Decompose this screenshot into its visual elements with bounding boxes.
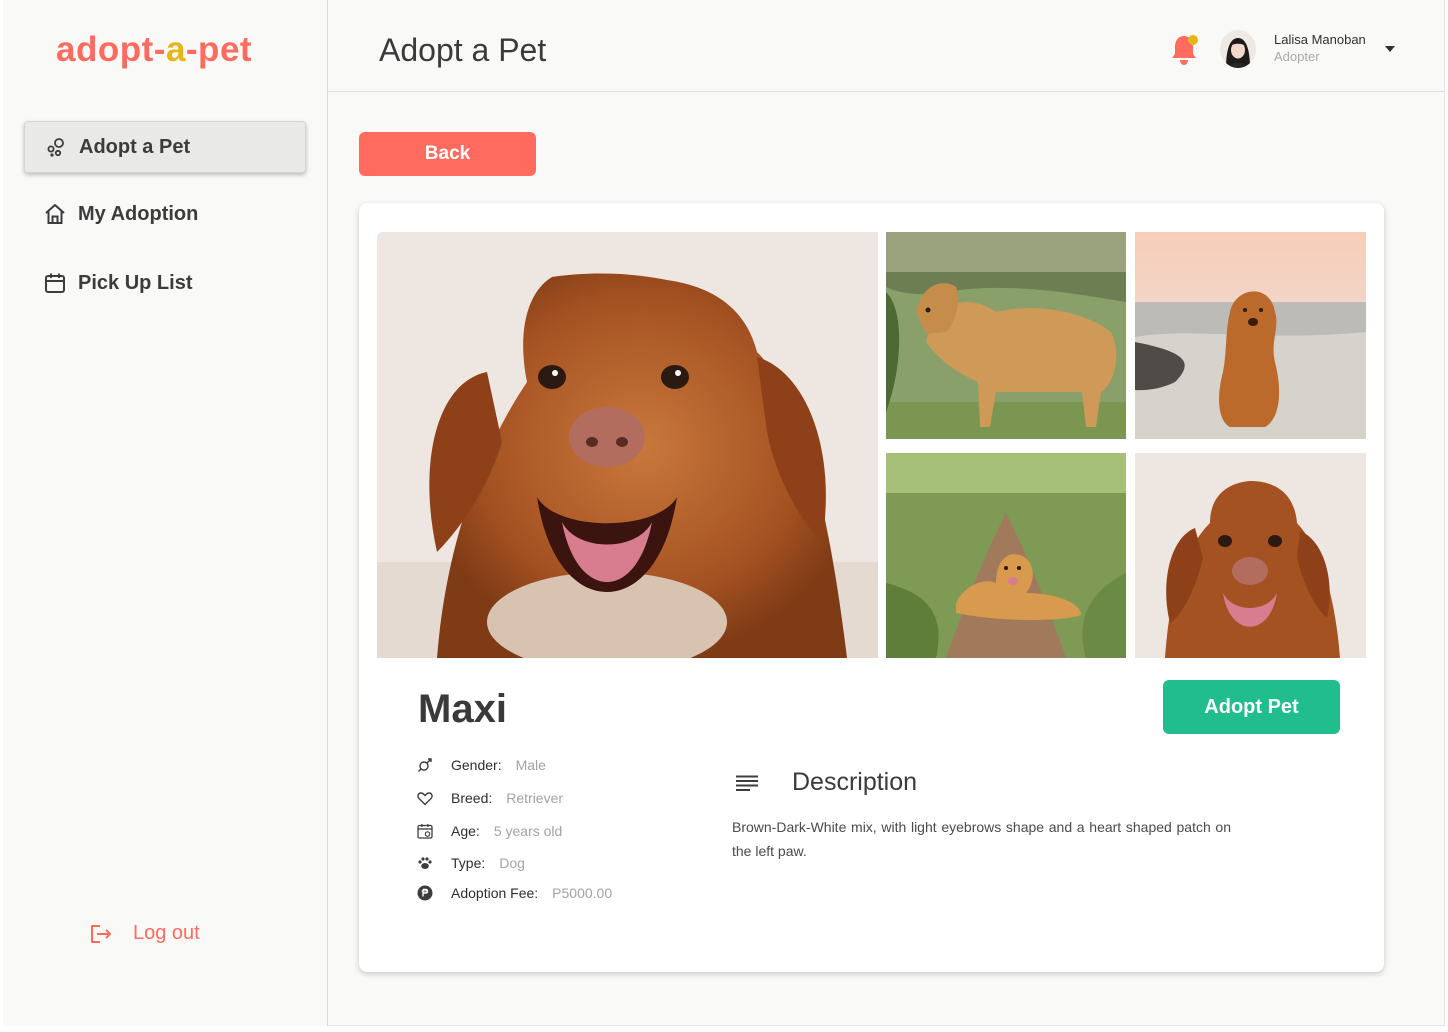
attribute-age: Age: 5 years old — [416, 822, 562, 840]
logout-icon — [89, 923, 113, 945]
pet-photo-thumbnail[interactable] — [1135, 232, 1366, 439]
home-icon — [44, 203, 66, 225]
paw-icon — [416, 854, 434, 872]
description-header: Description — [736, 768, 917, 797]
heart-icon — [416, 789, 434, 807]
attribute-gender: Gender: Male — [416, 756, 546, 774]
adopt-icon — [45, 136, 67, 158]
sidebar-item-label: Pick Up List — [78, 271, 193, 294]
attribute-label: Age: — [451, 823, 480, 839]
pet-photo-main[interactable] — [377, 232, 878, 658]
attribute-breed: Breed: Retriever — [416, 789, 563, 807]
attribute-label: Gender: — [451, 757, 502, 773]
sidebar-item-pick-up-list[interactable]: Pick Up List — [24, 257, 306, 309]
page-title: Adopt a Pet — [379, 32, 547, 68]
attribute-label: Type: — [451, 855, 486, 871]
user-menu-caret-icon[interactable] — [1385, 46, 1395, 52]
attribute-adoption-fee: Adoption Fee: P5000.00 — [416, 884, 612, 902]
attribute-value: Dog — [499, 855, 525, 871]
attribute-value: 5 years old — [493, 823, 563, 839]
gender-icon — [416, 756, 434, 774]
adopt-pet-button[interactable]: Adopt Pet — [1163, 680, 1340, 734]
text-lines-icon — [736, 775, 758, 791]
peso-icon — [416, 884, 434, 902]
attribute-label: Breed: — [451, 790, 493, 806]
attribute-value: P5000.00 — [552, 885, 613, 901]
description-text: Brown-Dark-White mix, with light eyebrow… — [732, 819, 1231, 859]
sidebar: adopt-a-pet Adopt a Pet My Adoption Pick… — [3, 0, 328, 1026]
sidebar-item-adopt-a-pet[interactable]: Adopt a Pet — [24, 121, 306, 173]
back-button[interactable]: Back — [359, 132, 536, 176]
pet-photo-thumbnail[interactable] — [1135, 453, 1366, 658]
description-title: Description — [792, 768, 918, 796]
user-role: Adopter — [1274, 49, 1320, 64]
attribute-value: Retriever — [506, 790, 564, 806]
pet-photo-thumbnail[interactable] — [886, 453, 1126, 658]
sidebar-item-label: Adopt a Pet — [79, 135, 191, 158]
logout-button[interactable]: Log out — [89, 922, 200, 945]
avatar[interactable] — [1220, 30, 1256, 68]
calendar-icon — [416, 822, 434, 840]
pet-name: Maxi — [418, 687, 507, 731]
attribute-label: Adoption Fee: — [451, 885, 539, 901]
user-name: Lalisa Manoban — [1274, 32, 1366, 47]
calendar-icon — [44, 272, 66, 294]
pet-detail-card: Maxi Adopt Pet Gender: Male Breed: Retri… — [359, 203, 1384, 972]
attribute-value: Male — [515, 757, 546, 773]
sidebar-item-label: My Adoption — [78, 202, 199, 225]
top-header: Adopt a Pet Lalisa Manoban Adopter — [328, 0, 1444, 92]
app-logo[interactable]: adopt-a-pet — [56, 30, 252, 70]
logout-label: Log out — [133, 922, 200, 944]
pet-photo-thumbnail[interactable] — [886, 232, 1126, 439]
attribute-type: Type: Dog — [416, 854, 525, 872]
sidebar-item-my-adoption[interactable]: My Adoption — [24, 188, 306, 240]
notification-bell-icon[interactable] — [1170, 32, 1200, 68]
